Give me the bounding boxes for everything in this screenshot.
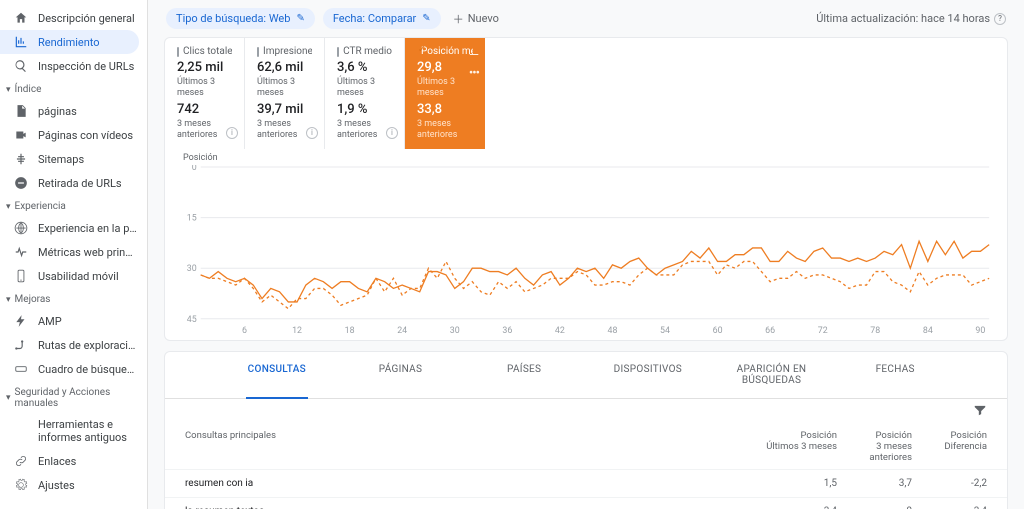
svg-text:42: 42 [555, 326, 565, 336]
last-updated: Última actualización: hace 14 horas? [816, 12, 1006, 25]
gear-icon [14, 478, 28, 492]
table-header: Consultas principales Posición Últimos 3… [165, 424, 1007, 469]
home-icon [14, 11, 28, 25]
metric-tile[interactable]: CTR medio3,6 %Últimos 3 meses1,9 %3 mese… [325, 38, 405, 149]
checkbox-icon [257, 47, 259, 57]
svg-text:66: 66 [765, 326, 775, 336]
svg-text:12: 12 [292, 326, 302, 336]
svg-text:18: 18 [345, 326, 355, 336]
chevron-down-icon: ▾ [6, 85, 11, 95]
vitals-icon [14, 245, 28, 259]
checkbox-icon [177, 47, 179, 57]
sidebar-item[interactable]: Descripción general [0, 6, 147, 30]
sidebar-item[interactable]: Enlaces [0, 449, 147, 473]
svg-text:30: 30 [450, 326, 460, 336]
remove-icon [14, 176, 28, 190]
chart-y-label: Posición [183, 153, 999, 163]
svg-text:30: 30 [187, 264, 197, 274]
tab[interactable]: FECHAS [833, 352, 957, 398]
tab[interactable]: PÁGINAS [339, 352, 463, 398]
position-chart: 0 15 30 45 6 12 18 24 30 36 42 48 54 60 66 72 78 84 90 [183, 165, 999, 337]
more-icon[interactable]: ••• [469, 66, 479, 81]
sidebar-item[interactable]: Rutas de exploración [0, 333, 147, 357]
table-card: CONSULTASPÁGINASPAÍSESDISPOSITIVOSAPARIC… [164, 351, 1008, 509]
svg-text:45: 45 [187, 315, 197, 325]
sidebar-item[interactable]: páginas [0, 99, 147, 123]
sidebar-section[interactable]: ▾Índice [0, 78, 147, 99]
info-icon[interactable]: i [306, 127, 318, 139]
chevron-down-icon: ▾ [6, 393, 11, 403]
svg-text:78: 78 [870, 326, 880, 336]
svg-text:15: 15 [187, 214, 197, 224]
bolt-icon [14, 314, 28, 328]
search-icon [14, 59, 28, 73]
path-icon [14, 338, 28, 352]
sidebar-item[interactable]: Cuadro de búsqueda de... [0, 357, 147, 381]
chart-card: Clics totales2,25 milÚltimos 3 meses7423… [164, 37, 1008, 341]
svg-text:90: 90 [975, 326, 985, 336]
video-icon [14, 128, 28, 142]
sidebar-item[interactable]: Páginas con vídeos [0, 123, 147, 147]
tab[interactable]: DISPOSITIVOS [586, 352, 710, 398]
page-icon [14, 104, 28, 118]
sidebar-item[interactable]: AMP [0, 309, 147, 333]
metric-tile[interactable]: Clics totales2,25 milÚltimos 3 meses7423… [165, 38, 245, 149]
chip-date[interactable]: Fecha: Comparar✎ [323, 8, 441, 29]
sidebar-item[interactable]: Herramientas e informes antiguos [0, 413, 147, 449]
tab[interactable]: CONSULTAS [215, 352, 339, 398]
sidebar-item[interactable]: Ajustes [0, 473, 147, 497]
sidebar-item[interactable]: Rendimiento [0, 30, 139, 54]
info-icon[interactable]: i [386, 127, 398, 139]
sidebar-section[interactable]: ▾Experiencia [0, 195, 147, 216]
svg-text:72: 72 [818, 326, 828, 336]
svg-text:36: 36 [502, 326, 512, 336]
tab[interactable]: APARICIÓN EN BÚSQUEDAS [710, 352, 834, 398]
chart-icon [14, 35, 28, 49]
sidebar-item[interactable]: Usabilidad móvil [0, 264, 147, 288]
sitemap-icon [14, 152, 28, 166]
svg-text:84: 84 [923, 326, 933, 336]
sidebar-section[interactable]: ▾Mejoras [0, 288, 147, 309]
sidebar-section[interactable]: ▾Seguridad y Acciones manuales [0, 381, 147, 413]
svg-text:54: 54 [660, 326, 670, 336]
mobile-icon [14, 269, 28, 283]
chip-search-type[interactable]: Tipo de búsqueda: Web✎ [166, 8, 315, 29]
info-icon[interactable]: i [226, 127, 238, 139]
help-icon: ? [994, 13, 1006, 25]
sidebar-item[interactable]: Retirada de URLs [0, 171, 147, 195]
plus-icon: ＋ [453, 11, 464, 27]
metric-tile[interactable]: Posición media29,8Últimos 3 meses33,83 m… [405, 38, 485, 149]
minus-icon: — [469, 48, 479, 63]
chevron-down-icon: ▾ [6, 295, 11, 305]
link-icon [14, 454, 28, 468]
sidebar-item[interactable]: Sitemaps [0, 147, 147, 171]
svg-text:48: 48 [607, 326, 617, 336]
tab[interactable]: PAÍSES [462, 352, 586, 398]
table-row[interactable]: la resumen textos3,403,4 [165, 497, 1007, 509]
add-filter-button[interactable]: ＋Nuevo [453, 11, 499, 27]
svg-text:6: 6 [242, 326, 247, 336]
sidebar-item[interactable]: Inspección de URLs [0, 54, 147, 78]
edit-icon: ✎ [296, 13, 304, 24]
svg-text:60: 60 [713, 326, 723, 336]
svg-text:0: 0 [192, 165, 197, 173]
blank-icon [14, 424, 28, 438]
edit-icon: ✎ [422, 13, 430, 24]
table-row[interactable]: resumen con ia1,53,7-2,2 [165, 469, 1007, 497]
filter-bar: Tipo de búsqueda: Web✎ Fecha: Comparar✎ … [148, 0, 1024, 37]
chevron-down-icon: ▾ [6, 202, 11, 212]
sidebar-item[interactable]: Métricas web principales [0, 240, 147, 264]
filter-icon[interactable] [973, 403, 987, 420]
svg-text:24: 24 [397, 326, 407, 336]
globe-icon [14, 221, 28, 235]
sidebar-item[interactable]: Experiencia en la página [0, 216, 147, 240]
metric-tile[interactable]: Impresiones total...62,6 milÚltimos 3 me… [245, 38, 325, 149]
searchbox-icon [14, 362, 28, 376]
checkbox-icon [337, 47, 339, 57]
